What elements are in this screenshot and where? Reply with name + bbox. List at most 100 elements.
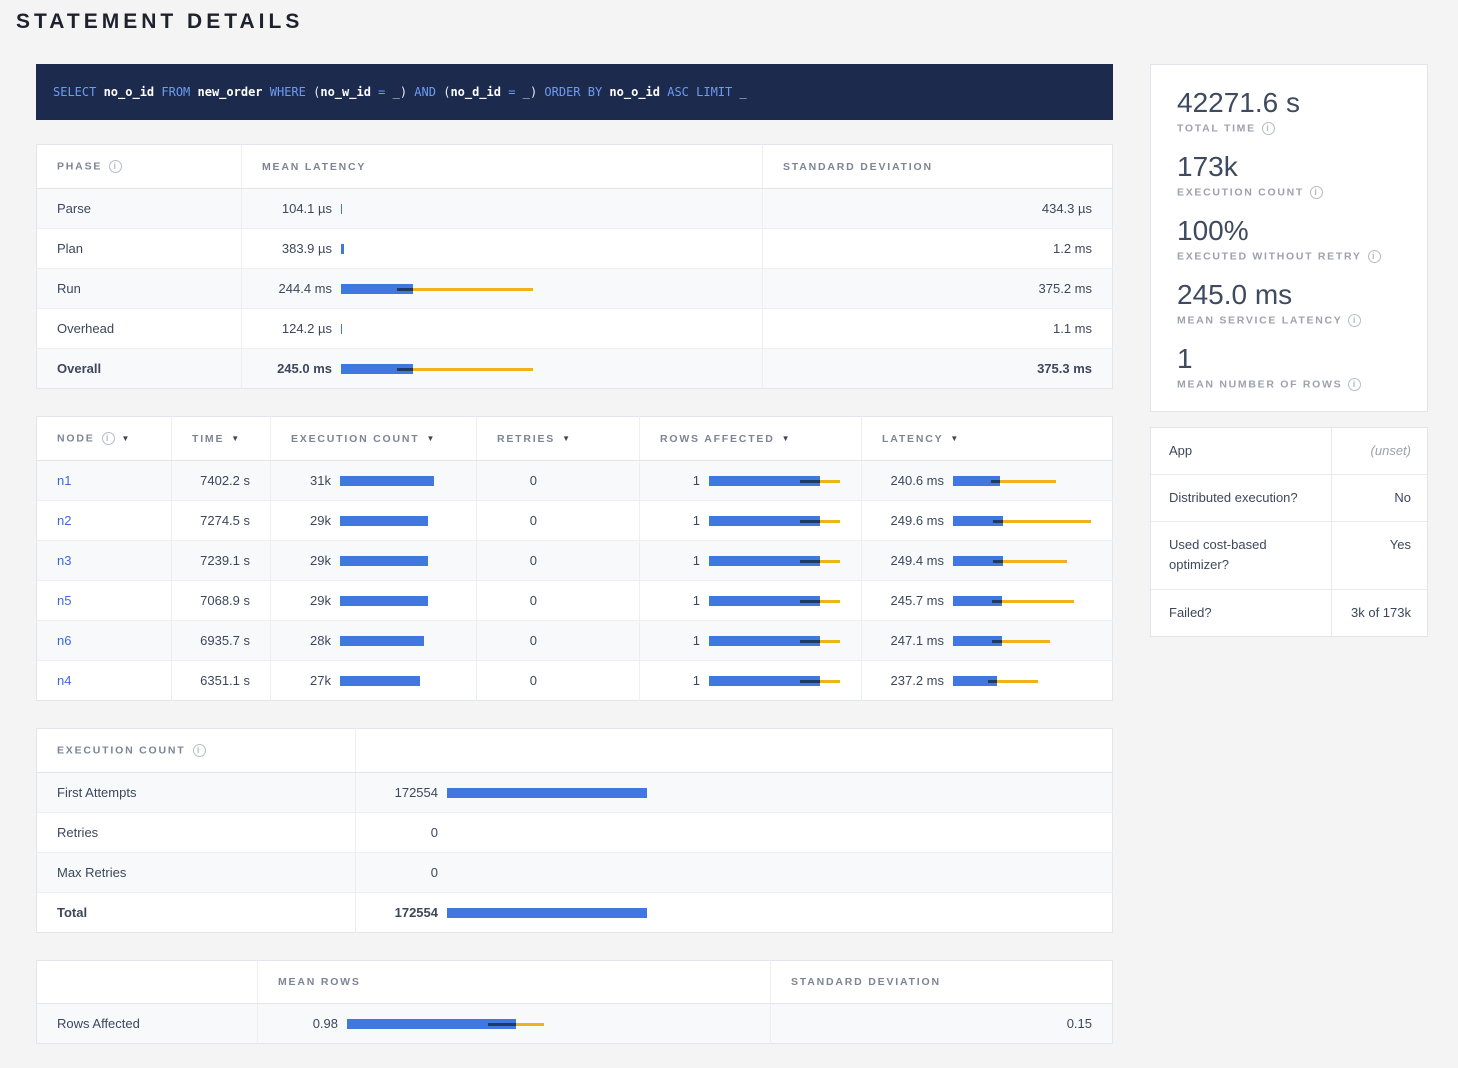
latency-bar <box>341 363 742 375</box>
rows-affected-bar <box>709 635 841 647</box>
attribute-label: Distributed execution? <box>1151 475 1331 521</box>
stat-mean-service-latency: 245.0 ms MEAN SERVICE LATENCY <box>1177 279 1401 327</box>
execution-count-bar <box>340 515 456 527</box>
latency-cell: 247.1 ms <box>862 621 1113 661</box>
mean-latency-column-header: MEAN LATENCY <box>242 145 763 189</box>
execution-count-cell: 29k <box>271 501 477 541</box>
sql-statement-bar: SELECT no_o_id FROM new_order WHERE (no_… <box>36 64 1113 120</box>
exec-label: First Attempts <box>37 773 356 813</box>
time-value: 7239.1 s <box>172 541 271 581</box>
retries-cell: 0 <box>477 661 640 701</box>
sql-token: no_o_id <box>96 85 154 99</box>
attribute-label: App <box>1151 428 1331 474</box>
info-icon[interactable] <box>193 744 206 757</box>
node-link[interactable]: n3 <box>57 553 71 568</box>
mean-latency-value: 104.1 µs <box>262 201 332 216</box>
time-column-header[interactable]: TIME <box>172 417 271 461</box>
latency-cell: 249.4 ms <box>862 541 1113 581</box>
sql-token: ( <box>436 85 450 99</box>
exec-value: 0 <box>376 865 438 880</box>
sql-token: WHERE <box>263 85 306 99</box>
execution-count-bar <box>340 675 456 687</box>
info-icon[interactable] <box>102 432 115 445</box>
attribute-row-failed: Failed? 3k of 173k <box>1151 590 1427 636</box>
latency-bar <box>953 515 1092 527</box>
rows-affected-value: 1 <box>660 513 700 528</box>
info-icon[interactable] <box>1262 122 1275 135</box>
node-header-row: NODE TIME EXECUTION COUNT RETRIES ROWS A… <box>37 417 1113 461</box>
phase-row-parse: Parse 104.1 µs 434.3 µs <box>37 189 1113 229</box>
mean-latency-cell: 383.9 µs <box>242 229 763 269</box>
node-link[interactable]: n2 <box>57 513 71 528</box>
exec-value: 172554 <box>376 785 438 800</box>
statement-attributes-card: App (unset) Distributed execution? No Us… <box>1150 427 1428 637</box>
info-icon[interactable] <box>1368 250 1381 263</box>
latency-bar <box>341 323 742 335</box>
info-icon[interactable] <box>1348 314 1361 327</box>
execution-count-bar <box>340 595 456 607</box>
node-column-header[interactable]: NODE <box>37 417 172 461</box>
node-link[interactable]: n6 <box>57 633 71 648</box>
info-icon[interactable] <box>109 160 122 173</box>
attribute-label: Failed? <box>1151 590 1331 636</box>
mean-latency-value: 124.2 µs <box>262 321 332 336</box>
exec-value-cell: 172554 <box>356 773 1113 813</box>
stat-value: 42271.6 s <box>1177 87 1401 119</box>
std-dev-value: 1.2 ms <box>763 229 1113 269</box>
exec-value-cell: 172554 <box>356 893 1113 933</box>
retries-value: 0 <box>497 473 537 488</box>
exec-label: Max Retries <box>37 853 356 893</box>
node-link[interactable]: n4 <box>57 673 71 688</box>
rows-affected-cell: 1 <box>640 541 862 581</box>
execution-count-value: 29k <box>291 513 331 528</box>
rows-affected-cell: 1 <box>640 661 862 701</box>
node-link[interactable]: n1 <box>57 473 71 488</box>
sql-token: AND <box>407 85 436 99</box>
node-row: n2 7274.5 s 29k 0 1 249.6 ms <box>37 501 1113 541</box>
std-dev-value: 0.15 <box>771 1004 1113 1044</box>
attribute-value: Yes <box>1331 522 1427 588</box>
stat-value: 1 <box>1177 343 1401 375</box>
latency-bar <box>953 595 1092 607</box>
phase-cell: Parse <box>37 189 242 229</box>
node-link[interactable]: n5 <box>57 593 71 608</box>
mean-rows-cell: 0.98 <box>258 1004 771 1044</box>
rows-affected-bar <box>709 475 841 487</box>
retries-cell: 0 <box>477 461 640 501</box>
execution-count-header-row: EXECUTION COUNT <box>37 729 1113 773</box>
rows-affected-row: Rows Affected 0.98 0.15 <box>37 1004 1113 1044</box>
execution-count-bar <box>340 475 456 487</box>
latency-column-header[interactable]: LATENCY <box>862 417 1113 461</box>
rows-affected-table: MEAN ROWS STANDARD DEVIATION Rows Affect… <box>36 960 1113 1044</box>
mean-latency-value: 383.9 µs <box>262 241 332 256</box>
exec-row-total: Total 172554 <box>37 893 1113 933</box>
exec-value: 172554 <box>376 905 438 920</box>
rows-affected-value: 1 <box>660 673 700 688</box>
sql-token: LIMIT <box>689 85 732 99</box>
execution-count-column-header[interactable]: EXECUTION COUNT <box>271 417 477 461</box>
phase-cell: Overall <box>37 349 242 389</box>
phase-row-overall: Overall 245.0 ms 375.3 ms <box>37 349 1113 389</box>
latency-bar <box>953 635 1092 647</box>
latency-value: 245.7 ms <box>882 593 944 608</box>
exec-row-max-retries: Max Retries 0 <box>37 853 1113 893</box>
stat-value: 100% <box>1177 215 1401 247</box>
retries-cell: 0 <box>477 581 640 621</box>
node-row: n3 7239.1 s 29k 0 1 249.4 ms <box>37 541 1113 581</box>
rows-affected-value: 1 <box>660 633 700 648</box>
sql-token: no_d_id <box>450 85 501 99</box>
retries-column-header[interactable]: RETRIES <box>477 417 640 461</box>
info-icon[interactable] <box>1348 378 1361 391</box>
phase-header-row: PHASE MEAN LATENCY STANDARD DEVIATION <box>37 145 1113 189</box>
execution-count-cell: 27k <box>271 661 477 701</box>
rows-affected-column-header[interactable]: ROWS AFFECTED <box>640 417 862 461</box>
info-icon[interactable] <box>1310 186 1323 199</box>
latency-bar <box>341 203 742 215</box>
sql-token: FROM <box>154 85 190 99</box>
rows-affected-cell: 1 <box>640 501 862 541</box>
latency-cell: 249.6 ms <box>862 501 1113 541</box>
mean-rows-bar <box>347 1018 750 1030</box>
rows-affected-cell: 1 <box>640 621 862 661</box>
sort-arrow-icon <box>231 434 241 443</box>
stat-total-time: 42271.6 s TOTAL TIME <box>1177 87 1401 135</box>
